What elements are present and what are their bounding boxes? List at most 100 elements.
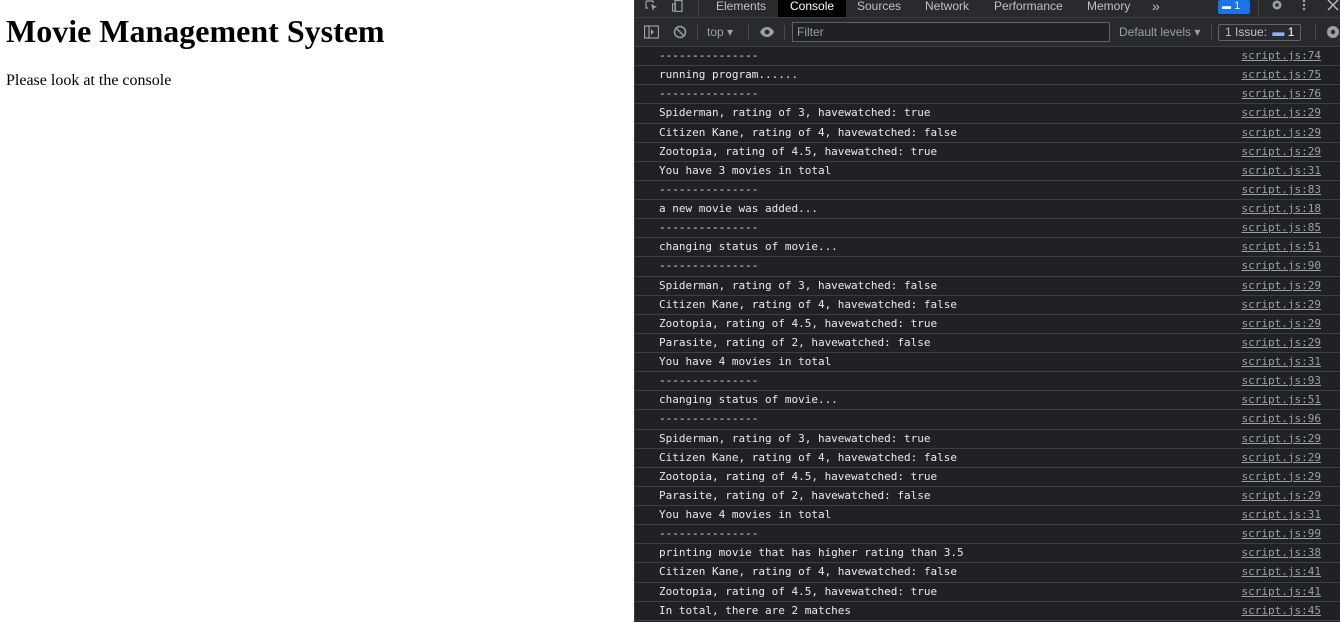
console-row: Citizen Kane, rating of 4, havewatched: … (635, 563, 1340, 583)
console-source-link[interactable]: script.js:29 (1242, 143, 1321, 161)
console-source-link[interactable]: script.js:29 (1242, 449, 1321, 467)
more-tabs-button[interactable]: » (1152, 0, 1160, 17)
console-message: --------------- (659, 374, 759, 388)
console-source-link[interactable]: script.js:29 (1242, 430, 1321, 448)
context-selector[interactable]: top ▾ (707, 18, 733, 46)
console-source-link[interactable]: script.js:45 (1242, 602, 1321, 620)
console-source-link[interactable]: script.js:18 (1242, 200, 1321, 218)
console-source-link[interactable]: script.js:31 (1242, 162, 1321, 180)
tab-elements[interactable]: Elements (716, 0, 766, 17)
console-message: --------------- (659, 221, 759, 235)
close-devtools-icon[interactable] (1327, 0, 1339, 17)
console-message: Spiderman, rating of 3, havewatched: fal… (659, 278, 938, 292)
console-message: changing status of movie... (659, 393, 838, 407)
console-settings-gear-icon[interactable] (1326, 18, 1340, 46)
console-message: In total, there are 2 matches (659, 603, 852, 617)
message-icon: ▬ (1222, 1, 1231, 11)
console-source-link[interactable]: script.js:74 (1242, 47, 1321, 65)
page-paragraph: Please look at the console (6, 72, 172, 89)
console-source-link[interactable]: script.js:29 (1242, 124, 1321, 142)
console-source-link[interactable]: script.js:31 (1242, 353, 1321, 371)
console-source-link[interactable]: script.js:90 (1242, 257, 1321, 275)
page-heading: Movie Management System (6, 13, 385, 49)
console-message: Citizen Kane, rating of 4, havewatched: … (659, 125, 958, 139)
issues-count: 1 (1287, 25, 1295, 39)
console-source-link[interactable]: script.js:41 (1242, 583, 1321, 601)
log-levels-dropdown[interactable]: Default levels ▾ (1119, 18, 1200, 46)
sidebar-toggle-icon[interactable] (644, 18, 659, 46)
console-message: Spiderman, rating of 3, havewatched: tru… (659, 106, 931, 120)
console-message: Parasite, rating of 2, havewatched: fals… (659, 335, 931, 349)
console-source-link[interactable]: script.js:41 (1242, 563, 1321, 581)
issues-label: 1 Issue: (1225, 25, 1268, 39)
console-source-link[interactable]: script.js:51 (1242, 391, 1321, 409)
tab-console[interactable]: Console (778, 0, 847, 17)
console-message: Citizen Kane, rating of 4, havewatched: … (659, 297, 958, 311)
console-row: --------------- script.js:83 (635, 181, 1340, 200)
console-source-link[interactable]: script.js:93 (1242, 372, 1321, 390)
console-row: Zootopia, rating of 4.5, havewatched: tr… (635, 583, 1340, 602)
issue-icon: ▬ (1272, 25, 1285, 39)
console-source-link[interactable]: script.js:31 (1242, 506, 1321, 524)
devtools-tabbar: Elements Console Sources Network Perform… (635, 0, 1340, 18)
console-row: --------------- script.js:85 (635, 219, 1340, 239)
console-row: Citizen Kane, rating of 4, havewatched: … (635, 449, 1340, 468)
console-source-link[interactable]: script.js:75 (1242, 66, 1321, 84)
console-source-link[interactable]: script.js:83 (1242, 181, 1321, 199)
console-toolbar: top ▾ Default levels ▾ 1 Issue: ▬ 1 (635, 18, 1340, 47)
console-row: --------------- script.js:90 (635, 257, 1340, 277)
console-message: printing movie that has higher rating th… (659, 546, 964, 560)
console-row: a new movie was added... script.js:18 (635, 200, 1340, 220)
console-source-link[interactable]: script.js:76 (1242, 85, 1321, 103)
console-row: Citizen Kane, rating of 4, havewatched: … (635, 296, 1340, 315)
tab-network[interactable]: Network (925, 0, 969, 17)
tab-memory[interactable]: Memory (1087, 0, 1130, 17)
console-filter-input[interactable] (792, 22, 1110, 42)
tab-sources[interactable]: Sources (857, 0, 901, 17)
messages-badge[interactable]: ▬ 1 (1218, 0, 1250, 14)
console-row: Zootopia, rating of 4.5, havewatched: tr… (635, 143, 1340, 162)
console-row: Spiderman, rating of 3, havewatched: tru… (635, 430, 1340, 449)
devtools-panel: Elements Console Sources Network Perform… (634, 0, 1340, 622)
console-message: --------------- (659, 182, 759, 196)
more-options-icon[interactable] (1302, 0, 1306, 17)
console-row: You have 4 movies in total script.js:31 (635, 506, 1340, 526)
console-source-link[interactable]: script.js:29 (1242, 296, 1321, 314)
console-message: Spiderman, rating of 3, havewatched: tru… (659, 431, 931, 445)
console-row: --------------- script.js:96 (635, 410, 1340, 430)
console-source-link[interactable]: script.js:51 (1242, 238, 1321, 256)
console-source-link[interactable]: script.js:29 (1242, 104, 1321, 122)
tab-performance[interactable]: Performance (994, 0, 1063, 17)
console-source-link[interactable]: script.js:29 (1242, 277, 1321, 295)
console-message: You have 3 movies in total (659, 163, 832, 177)
console-source-link[interactable]: script.js:38 (1242, 544, 1321, 562)
console-row: printing movie that has higher rating th… (635, 544, 1340, 564)
settings-gear-icon[interactable] (1270, 0, 1284, 17)
console-source-link[interactable]: script.js:29 (1242, 315, 1321, 333)
clear-console-icon[interactable] (673, 18, 687, 46)
console-source-link[interactable]: script.js:85 (1242, 219, 1321, 237)
inspect-element-icon[interactable] (645, 0, 659, 17)
console-row: --------------- script.js:76 (635, 85, 1340, 105)
device-toolbar-icon[interactable] (672, 0, 684, 17)
console-output: --------------- script.js:74 running progr… (635, 47, 1340, 622)
console-source-link[interactable]: script.js:29 (1242, 468, 1321, 486)
console-message: Zootopia, rating of 4.5, havewatched: tr… (659, 584, 938, 598)
console-message: --------------- (659, 412, 759, 426)
page-content: Movie Management System Please look at t… (0, 0, 634, 622)
console-source-link[interactable]: script.js:29 (1242, 334, 1321, 352)
console-message: Citizen Kane, rating of 4, havewatched: … (659, 450, 958, 464)
console-row: Parasite, rating of 2, havewatched: fals… (635, 334, 1340, 353)
console-row: changing status of movie... script.js:51 (635, 238, 1340, 258)
console-row: Zootopia, rating of 4.5, havewatched: tr… (635, 468, 1340, 487)
console-source-link[interactable]: script.js:99 (1242, 525, 1321, 543)
console-row: In total, there are 2 matches script.js:4… (635, 602, 1340, 621)
console-row: Spiderman, rating of 3, havewatched: fal… (635, 277, 1340, 296)
console-message: running program...... (659, 68, 799, 82)
console-row: Spiderman, rating of 3, havewatched: tru… (635, 104, 1340, 124)
console-row: --------------- script.js:99 (635, 525, 1340, 545)
issues-counter-button[interactable]: 1 Issue: ▬ 1 (1218, 24, 1302, 41)
live-expression-eye-icon[interactable] (759, 18, 775, 46)
console-source-link[interactable]: script.js:29 (1242, 487, 1321, 505)
console-source-link[interactable]: script.js:96 (1242, 410, 1321, 428)
